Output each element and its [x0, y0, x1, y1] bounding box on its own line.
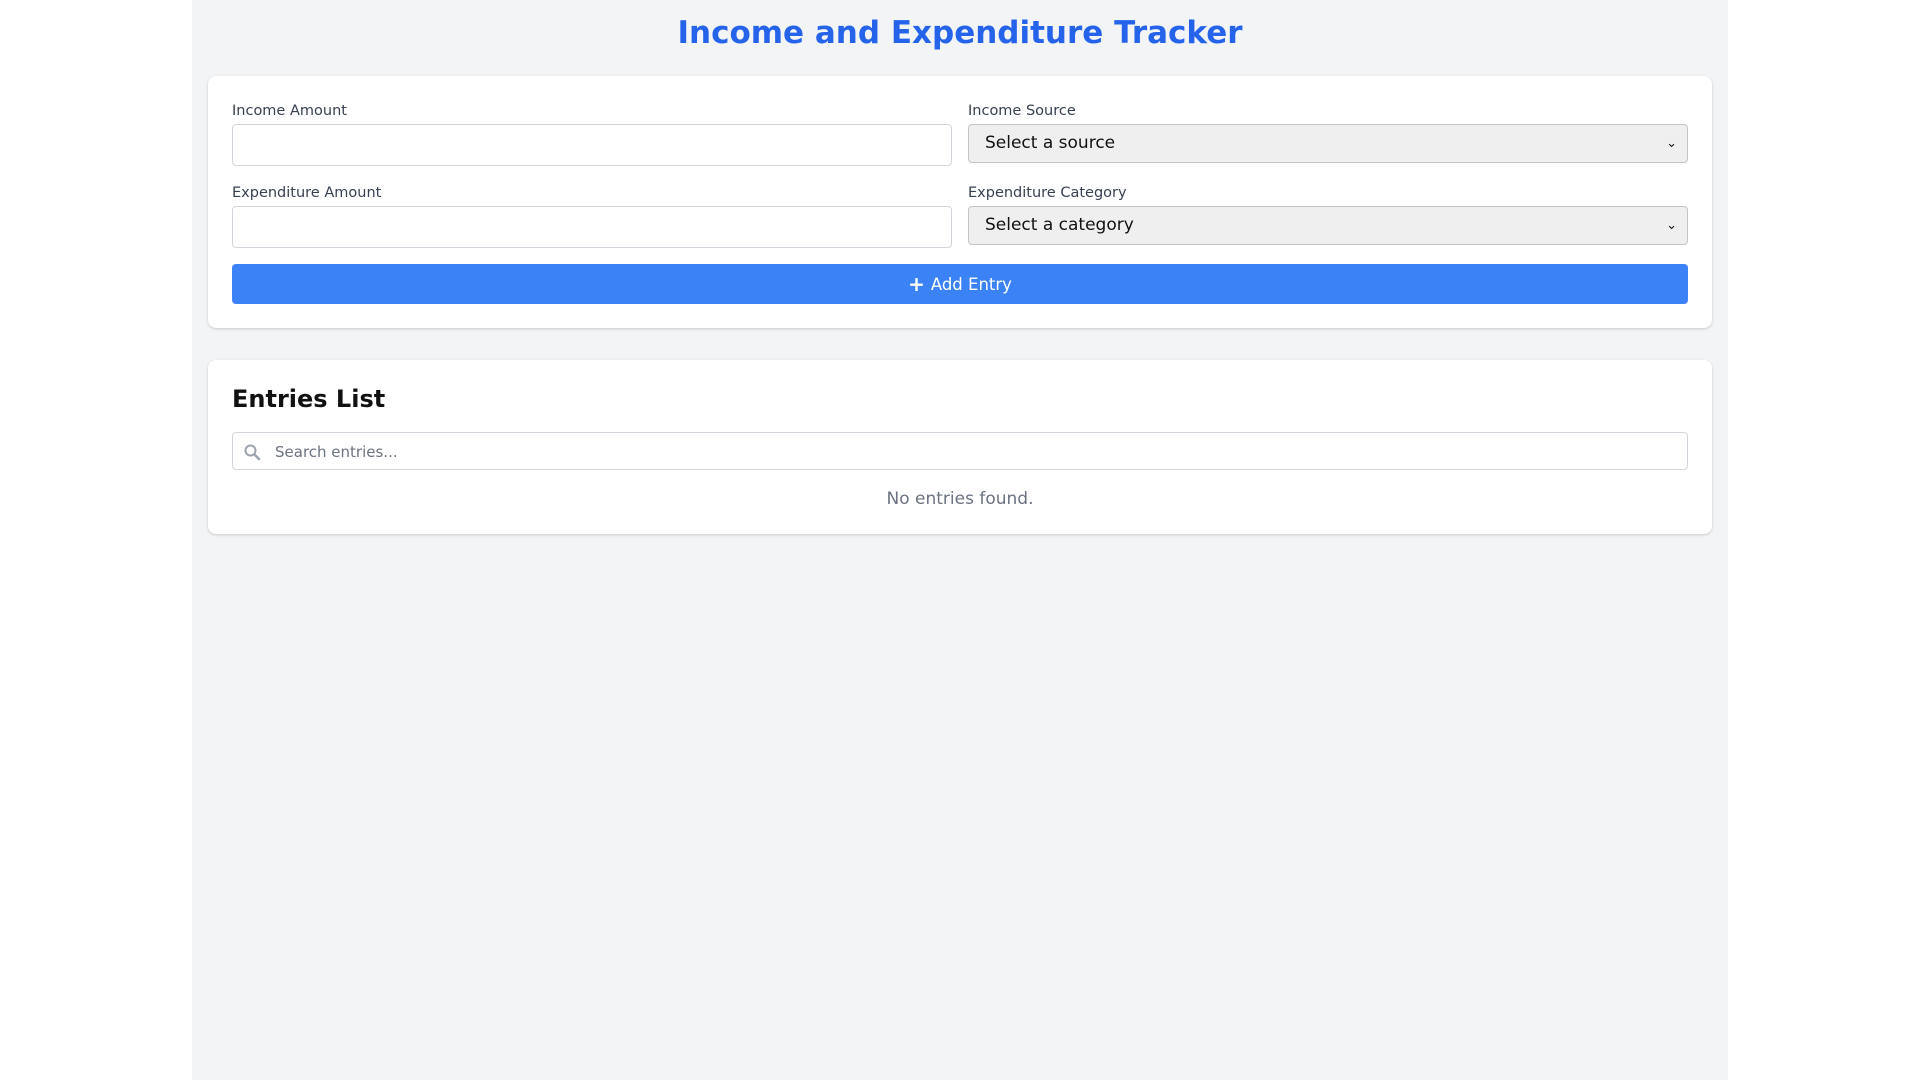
expenditure-category-selected: Select a category — [985, 215, 1134, 235]
entries-list-title: Entries List — [232, 385, 386, 413]
expenditure-category-select[interactable]: Select a category ⌄ — [968, 206, 1688, 245]
income-source-selected: Select a source — [985, 133, 1116, 153]
add-entry-label: Add Entry — [930, 275, 1012, 294]
empty-state-message: No entries found. — [886, 489, 1034, 509]
income-amount-label: Income Amount — [232, 103, 347, 119]
income-source-select[interactable]: Select a source ⌄ — [968, 124, 1688, 163]
search-box[interactable] — [232, 432, 1688, 471]
entry-form-card: Income Amount Income Source Select a sou… — [208, 76, 1712, 328]
income-amount-input[interactable] — [232, 124, 952, 166]
expenditure-amount-input[interactable] — [232, 206, 952, 248]
add-entry-button[interactable]: + Add Entry — [232, 264, 1688, 304]
page-title: Income and Expenditure Tracker — [677, 15, 1243, 51]
plus-icon: + — [908, 272, 925, 296]
chevron-down-icon: ⌄ — [1666, 218, 1677, 233]
search-icon — [244, 444, 261, 461]
entries-list-card: Entries List No entries found. — [208, 360, 1712, 534]
chevron-down-icon: ⌄ — [1666, 136, 1677, 151]
search-input[interactable] — [273, 433, 1677, 471]
page-container: Income and Expenditure Tracker Income Am… — [192, 0, 1728, 1080]
expenditure-category-label: Expenditure Category — [968, 185, 1127, 201]
expenditure-amount-label: Expenditure Amount — [232, 185, 382, 201]
income-source-label: Income Source — [968, 103, 1076, 119]
